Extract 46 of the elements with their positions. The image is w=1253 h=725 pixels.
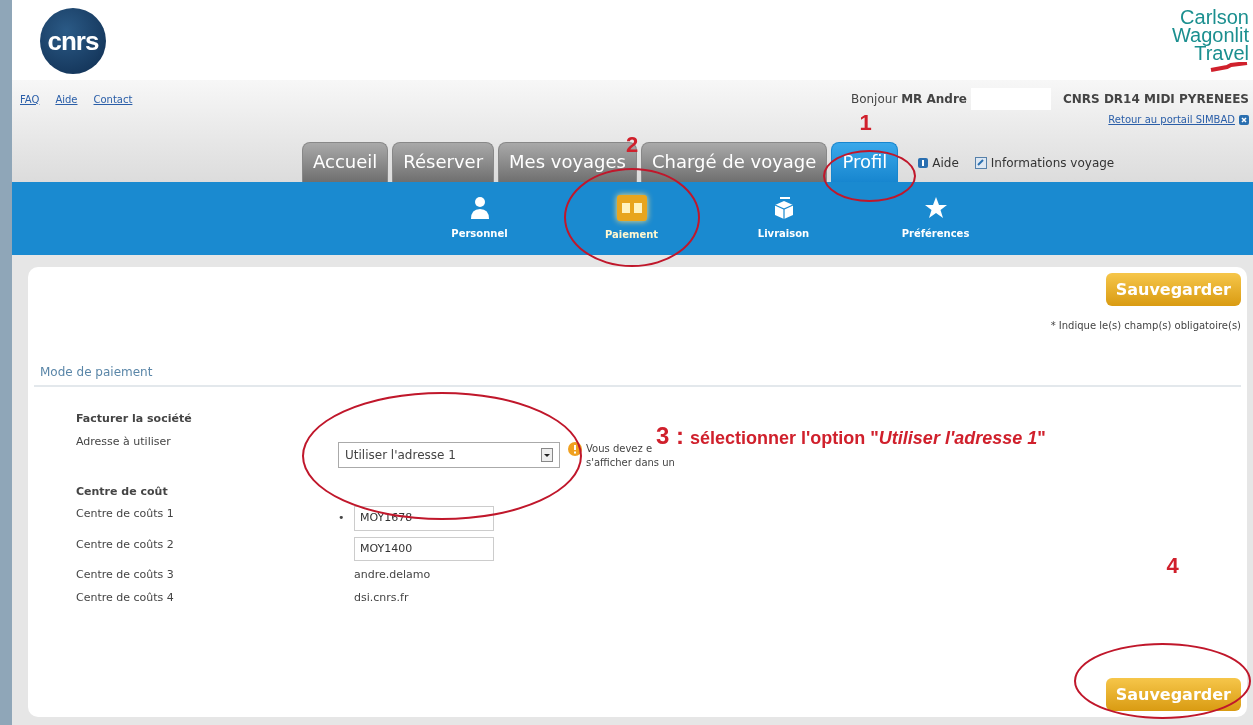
subnav-item[interactable]: Paiement bbox=[585, 182, 678, 255]
star-icon bbox=[923, 196, 948, 220]
section-title: Mode de paiement bbox=[34, 359, 1241, 387]
annotation-number: 1 bbox=[859, 110, 872, 136]
nav-tab[interactable]: Accueil bbox=[302, 142, 389, 182]
field-label: Centre de coûts 1 bbox=[76, 506, 175, 522]
required-marker: • bbox=[338, 510, 346, 526]
field-value: dsi.cnrs.fr bbox=[354, 589, 409, 606]
greeting: Bonjour MR Andre bbox=[850, 91, 967, 108]
top-link[interactable]: FAQ bbox=[20, 91, 40, 107]
required-note: * Indique le(s) champ(s) obligatoire(s) bbox=[1050, 319, 1241, 333]
subnav-item[interactable]: Préférences bbox=[889, 182, 982, 255]
portal-link[interactable]: Retour au portail SIMBAD bbox=[1108, 112, 1235, 127]
dropdown-icon[interactable] bbox=[541, 447, 553, 462]
text-field[interactable]: MOY1400 bbox=[354, 536, 494, 561]
save-button[interactable]: Sauvegarder bbox=[1105, 678, 1241, 711]
document-icon[interactable] bbox=[974, 157, 987, 169]
nav-tab[interactable]: Réserver bbox=[392, 142, 495, 182]
group-title: Centre de coût bbox=[76, 483, 169, 500]
annotation-number: 4 bbox=[1166, 553, 1179, 579]
field-value: andre.delamo bbox=[354, 567, 431, 583]
subnav-item[interactable]: Personnel bbox=[433, 182, 526, 255]
group-title: Facturer la société bbox=[76, 411, 193, 427]
subnav-item[interactable]: Livraison bbox=[737, 182, 830, 255]
annotation-text: sélectionner l'option "Utiliser l'adresse 1" bbox=[690, 427, 1046, 449]
partner-logo: Carlson Wagonlit Travel bbox=[1171, 8, 1249, 80]
close-icon[interactable] bbox=[1239, 114, 1249, 125]
field-label: Centre de coûts 4 bbox=[76, 589, 175, 606]
nav-tab[interactable]: Profil bbox=[831, 142, 899, 182]
nav-tab[interactable]: Chargé de voyage bbox=[641, 142, 828, 182]
warning-icon bbox=[568, 441, 582, 456]
field-label: Adresse à utiliser bbox=[76, 433, 172, 450]
top-link[interactable]: Contact bbox=[93, 91, 133, 107]
person-icon bbox=[468, 196, 491, 220]
help-link[interactable]: Informations voyage bbox=[990, 154, 1115, 172]
logo: cnrs bbox=[40, 8, 106, 74]
field-label: Centre de coûts 3 bbox=[76, 567, 175, 583]
address-select[interactable]: Utiliser l'adresse 1 bbox=[338, 441, 560, 468]
annotation-number: 3 : bbox=[656, 421, 684, 450]
help-link[interactable]: Aide bbox=[932, 154, 959, 172]
field-label: Centre de coûts 2 bbox=[76, 536, 175, 553]
organization-name: CNRS DR14 MIDI PYRENEES bbox=[1063, 91, 1249, 108]
card-icon bbox=[616, 195, 647, 221]
help-icon[interactable] bbox=[918, 158, 929, 168]
save-button[interactable]: Sauvegarder bbox=[1105, 273, 1241, 306]
top-link[interactable]: Aide bbox=[55, 91, 78, 107]
